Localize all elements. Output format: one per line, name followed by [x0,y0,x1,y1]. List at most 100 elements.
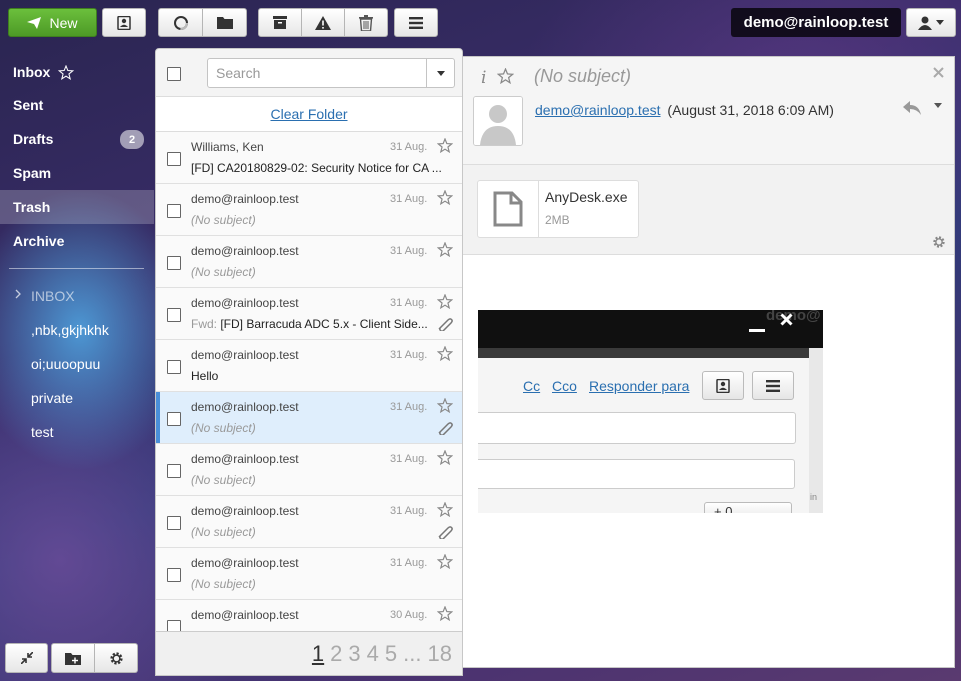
folder-sent[interactable]: Sent [0,88,154,122]
message-row[interactable]: demo@rainloop.test 31 Aug. (No subject) [156,444,462,496]
message-checkbox[interactable] [167,204,181,218]
sender-email-link[interactable]: demo@rainloop.test [535,102,661,118]
folder-test[interactable]: test [0,415,154,449]
embedded-reply-to: Responder para [589,378,690,394]
message-checkbox[interactable] [167,256,181,270]
embedded-header-text: demo@ [766,310,821,324]
refresh-button[interactable] [158,8,203,37]
folder-label: Archive [13,233,65,249]
account-email: demo@rainloop.test [731,8,901,37]
minimize-icon [749,329,765,332]
page-link[interactable]: 5 [385,641,397,667]
delete-button[interactable] [345,8,388,37]
gear-icon[interactable] [932,235,946,249]
message-date: 31 Aug. [390,297,428,309]
page-link[interactable]: 18 [428,641,452,667]
message-checkbox[interactable] [167,516,181,530]
folder-trash[interactable]: Trash [0,190,154,224]
folder-private[interactable]: private [0,381,154,415]
collapse-arrows-icon [20,652,33,664]
message-subject: (No subject) [191,473,256,487]
message-checkbox[interactable] [167,568,181,582]
message-from: demo@rainloop.test [191,296,299,310]
message-row[interactable]: Williams, Ken 31 Aug. [FD] CA20180829-02: … [156,132,462,184]
folder-spam[interactable]: Spam [0,156,154,190]
page-link[interactable]: ... [403,641,421,667]
folder-inbox-collapsible[interactable]: INBOX [0,279,154,313]
star-icon[interactable] [437,398,453,413]
clear-folder-link[interactable]: Clear Folder [270,106,347,122]
folder-custom-2[interactable]: oi;uuoopuu [0,347,154,381]
embedded-bar [478,348,809,358]
star-icon[interactable] [437,242,453,257]
collapse-panel-button[interactable] [5,643,48,673]
gear-icon [109,651,124,666]
clear-folder-bar: Clear Folder [156,97,462,132]
embedded-menu-button [752,371,794,400]
folder-icon [216,16,233,29]
chevron-right-icon[interactable] [15,289,21,299]
star-icon[interactable] [497,68,514,84]
star-icon[interactable] [437,450,453,465]
move-to-folder-button[interactable] [203,8,247,37]
message-checkbox[interactable] [167,412,181,426]
message-row[interactable]: demo@rainloop.test 31 Aug. (No subject) [156,236,462,288]
warning-icon [315,15,331,30]
archive-button[interactable] [258,8,302,37]
folder-archive[interactable]: Archive [0,224,154,258]
folder-custom-1[interactable]: ,nbk,gkjhkhk [0,313,154,347]
embedded-field-1 [478,412,796,444]
account-menu-button[interactable] [906,8,956,37]
message-checkbox[interactable] [167,464,181,478]
page-link[interactable]: 2 [330,641,342,667]
reply-icon[interactable] [903,101,921,115]
message-row[interactable]: demo@rainloop.test 31 Aug. (No subject) [156,496,462,548]
select-all-checkbox[interactable] [167,67,181,81]
star-icon[interactable] [437,606,453,621]
message-checkbox[interactable] [167,308,181,322]
contacts-button[interactable] [102,8,146,37]
search-input[interactable] [208,59,426,87]
close-icon[interactable] [933,67,944,78]
message-from: demo@rainloop.test [191,244,299,258]
message-list: Williams, Ken 31 Aug. [FD] CA20180829-02: … [156,132,462,652]
chevron-down-icon[interactable] [934,103,942,108]
folder-inbox[interactable]: Inbox [0,55,154,89]
message-subject: (No subject) [191,213,256,227]
star-icon[interactable] [437,554,453,569]
add-folder-button[interactable] [51,643,95,673]
sender-line: demo@rainloop.test (August 31, 2018 6:09… [535,102,834,118]
message-row[interactable]: demo@rainloop.test 31 Aug. (No subject) [156,184,462,236]
embedded-cc: Cc [523,378,541,394]
message-from: demo@rainloop.test [191,556,299,570]
more-menu-button[interactable] [394,8,438,37]
message-row[interactable]: demo@rainloop.test 31 Aug. (No subject) [156,548,462,600]
settings-button[interactable] [95,643,138,673]
star-icon[interactable] [437,346,453,361]
contacts-icon [117,15,131,30]
page-link[interactable]: 4 [367,641,379,667]
folder-label: Trash [13,199,51,215]
embedded-side-strip: in [809,348,823,513]
star-icon[interactable] [437,138,453,153]
star-icon[interactable] [58,64,75,80]
page-link[interactable]: 1 [312,641,324,667]
star-icon[interactable] [437,502,453,517]
message-checkbox[interactable] [167,360,181,374]
message-row[interactable]: demo@rainloop.test 31 Aug. Hello [156,340,462,392]
star-icon[interactable] [437,190,453,205]
spam-button[interactable] [302,8,345,37]
refresh-icon [173,15,189,31]
star-icon[interactable] [437,294,453,309]
message-from: demo@rainloop.test [191,348,299,362]
folder-drafts[interactable]: Drafts 2 [0,122,154,156]
message-row[interactable]: demo@rainloop.test 31 Aug. Fwd: [FD] Barra… [156,288,462,340]
new-message-button[interactable]: New [8,8,97,37]
attachment-item[interactable]: AnyDesk.exe 2MB [477,180,639,238]
info-icon[interactable]: i [481,68,486,88]
message-row[interactable]: demo@rainloop.test 31 Aug. (No subject) [156,392,462,444]
send-icon [27,16,42,29]
page-link[interactable]: 3 [348,641,360,667]
message-checkbox[interactable] [167,152,181,166]
search-options-button[interactable] [426,59,454,87]
